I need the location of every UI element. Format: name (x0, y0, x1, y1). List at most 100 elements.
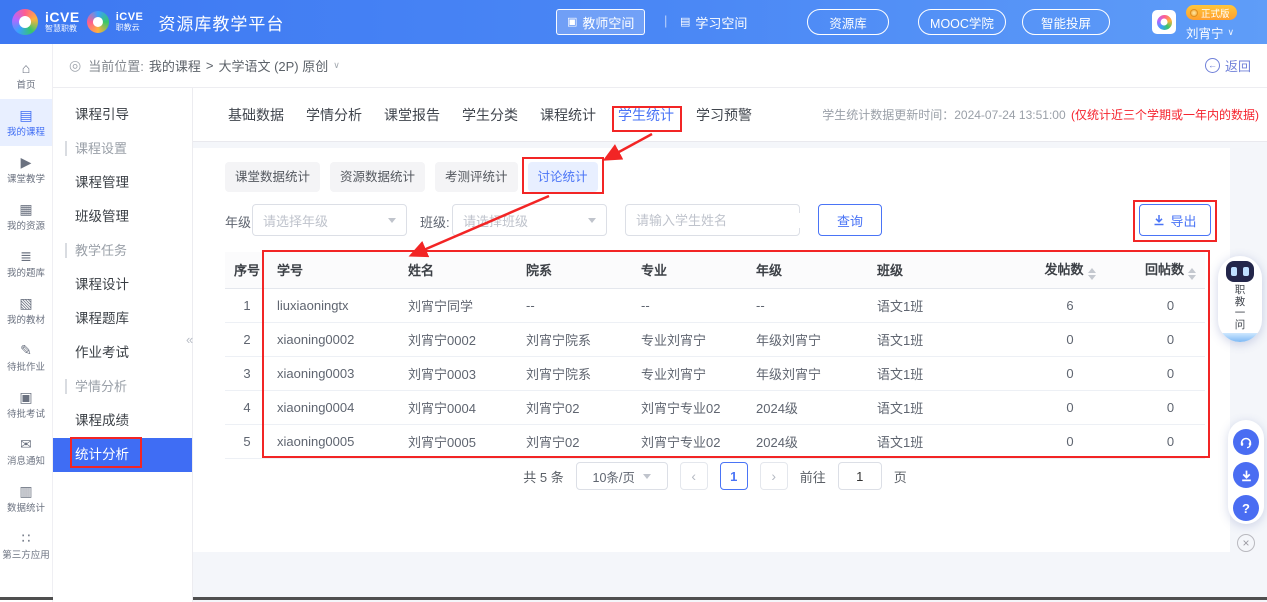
menu-item-course-management[interactable]: 课程管理 (53, 166, 192, 200)
next-page-button[interactable]: › (760, 462, 788, 490)
page-size-select[interactable]: 10条/页 (576, 462, 668, 490)
back-button[interactable]: ← 返回 (1205, 56, 1251, 75)
cell-replies: 0 (1136, 390, 1205, 424)
menu-item-class-management[interactable]: 班级管理 (53, 200, 192, 234)
sidebar-item-my-resources[interactable]: ▦ 我的资源 (0, 193, 52, 240)
sidebar-item-classroom-teaching[interactable]: ▶ 课堂教学 (0, 146, 52, 193)
sidebar-item-my-courses[interactable]: ▤ 我的课程 (0, 99, 52, 146)
cell-name: 刘宵宁0002 (400, 322, 518, 356)
pagination-total: 共 5 条 (523, 467, 563, 486)
sidebar-collapse-icon[interactable]: « (186, 332, 193, 347)
nav-student-space[interactable]: ▤ 学习空间 (680, 9, 747, 35)
sort-icons[interactable] (1088, 268, 1096, 280)
close-widgets-button[interactable]: × (1237, 534, 1255, 552)
sub-tabs-row: 课堂数据统计 资源数据统计 考测评统计 讨论统计 (225, 162, 598, 192)
cell-major: 专业刘宵宁 (633, 356, 748, 390)
student-statistics-card: 课堂数据统计 资源数据统计 考测评统计 讨论统计 年级: 请选择年级 班级: 请… (193, 148, 1230, 552)
goto-page-input[interactable] (838, 462, 882, 490)
user-menu[interactable]: 刘宵宁 ∨ (1186, 23, 1234, 42)
menu-item-statistical-analysis[interactable]: 统计分析 (53, 438, 192, 472)
tab-basic-data[interactable]: 基础数据 (228, 105, 284, 125)
chevron-down-icon (388, 218, 396, 223)
class-select[interactable]: 请选择班级 (452, 204, 607, 236)
exam-icon: ▣ (19, 390, 32, 404)
sidebar-item-pending-homework[interactable]: ✎ 待批作业 (0, 334, 52, 381)
icve-brand: iCVE 智慧职教 (45, 10, 80, 33)
table-row: 2 xiaoning0002 刘宵宁0002 刘宵宁院系 专业刘宵宁 年级刘宵宁… (225, 322, 1205, 356)
prev-page-button[interactable]: ‹ (680, 462, 708, 490)
cell-student-id: xiaoning0004 (269, 390, 400, 424)
grade-select[interactable]: 请选择年级 (252, 204, 407, 236)
subtab-discussion-stats[interactable]: 讨论统计 (528, 162, 598, 192)
page-1-button[interactable]: 1 (720, 462, 748, 490)
ai-assistant-widget[interactable]: 职教一问 (1218, 256, 1262, 342)
col-index: 序号 (225, 252, 269, 288)
sidebar-item-label: 第三方应用 (2, 547, 50, 561)
cell-posts: 6 (1004, 288, 1136, 322)
tab-learning-warning[interactable]: 学习预警 (696, 105, 752, 125)
sidebar-item-third-party-apps[interactable]: ∷ 第三方应用 (0, 522, 52, 569)
stats-icon: ▥ (19, 484, 32, 498)
menu-item-course-question-bank[interactable]: 课程题库 (53, 302, 192, 336)
menu-item-course-grades[interactable]: 课程成绩 (53, 404, 192, 438)
cell-major: -- (633, 288, 748, 322)
download-icon (1153, 214, 1165, 226)
customer-service-button[interactable] (1233, 429, 1259, 455)
col-department: 院系 (518, 252, 633, 288)
student-space-label: 学习空间 (695, 13, 747, 32)
sidebar-item-data-statistics[interactable]: ▥ 数据统计 (0, 475, 52, 522)
col-replies-sortable[interactable]: 回帖数 (1136, 252, 1205, 288)
student-space-icon: ▤ (680, 17, 690, 28)
filters-row: 年级: 请选择年级 班级: 请选择班级 查询 (225, 204, 1230, 236)
menu-item-homework-exams[interactable]: 作业考试 (53, 336, 192, 370)
smart-cast-button[interactable]: 智能投屏 (1022, 9, 1110, 35)
sidebar-item-my-textbooks[interactable]: ▧ 我的教材 (0, 287, 52, 334)
table-header-row: 序号 学号 姓名 院系 专业 年级 班级 发帖数 回帖数 (225, 252, 1205, 288)
tab-course-statistics[interactable]: 课程统计 (540, 105, 596, 125)
sidebar-item-pending-exams[interactable]: ▣ 待批考试 (0, 381, 52, 428)
subtab-resource-data-stats[interactable]: 资源数据统计 (330, 162, 425, 192)
menu-item-course-guide[interactable]: 课程引导 (53, 98, 192, 132)
col-posts-sortable[interactable]: 发帖数 (1004, 252, 1136, 288)
cell-index: 1 (225, 288, 269, 322)
version-badge: 正式版 (1186, 5, 1237, 20)
tab-student-classification[interactable]: 学生分类 (462, 105, 518, 125)
breadcrumb-chevron-down-icon[interactable]: ∨ (333, 60, 340, 71)
tab-classroom-report[interactable]: 课堂报告 (384, 105, 440, 125)
sort-icons[interactable] (1188, 268, 1196, 280)
download-center-button[interactable] (1233, 462, 1259, 488)
help-button[interactable]: ? (1233, 495, 1259, 521)
resource-library-button[interactable]: 资源库 (807, 9, 889, 35)
sidebar-item-home[interactable]: ⌂ 首页 (0, 52, 52, 99)
sort-desc-icon (1088, 275, 1096, 280)
breadcrumb-course-name[interactable]: 大学语文 (2P) 原创 (218, 56, 328, 75)
cell-grade: -- (748, 288, 869, 322)
tab-student-statistics[interactable]: 学生统计 (618, 105, 674, 125)
tab-learning-analysis[interactable]: 学情分析 (306, 105, 362, 125)
breadcrumb-course-root[interactable]: 我的课程 (149, 56, 201, 75)
cell-replies: 0 (1136, 424, 1205, 458)
nav-teacher-space[interactable]: ▣ 教师空间 (556, 9, 645, 35)
app-shortcut-icon[interactable] (1152, 10, 1176, 34)
cell-index: 4 (225, 390, 269, 424)
sidebar-item-my-question-bank[interactable]: ≣ 我的题库 (0, 240, 52, 287)
username-label: 刘宵宁 (1186, 23, 1224, 42)
menu-section-learning-analysis: 学情分析 (65, 370, 192, 404)
search-button[interactable]: 查询 (818, 204, 882, 236)
class-filter-label: 班级: (420, 212, 450, 231)
breadcrumb-separator: > (206, 58, 214, 73)
teacher-space-icon: ▣ (567, 17, 577, 28)
home-icon: ⌂ (22, 61, 30, 75)
menu-item-course-design[interactable]: 课程设计 (53, 268, 192, 302)
subtab-assessment-stats[interactable]: 考测评统计 (435, 162, 518, 192)
student-name-input[interactable] (636, 213, 812, 228)
cloud-download-icon (1240, 469, 1253, 482)
export-button[interactable]: 导出 (1139, 204, 1211, 236)
breadcrumb: 当前位置: 我的课程 > 大学语文 (2P) 原创 ∨ (88, 56, 340, 75)
subtab-classroom-data-stats[interactable]: 课堂数据统计 (225, 162, 320, 192)
cell-student-id: liuxiaoningtx (269, 288, 400, 322)
teacher-space-label: 教师空间 (582, 13, 634, 32)
mooc-college-button[interactable]: MOOC学院 (918, 9, 1006, 35)
sidebar-item-notifications[interactable]: ✉ 消息通知 (0, 428, 52, 475)
cell-class: 语文1班 (869, 288, 1004, 322)
